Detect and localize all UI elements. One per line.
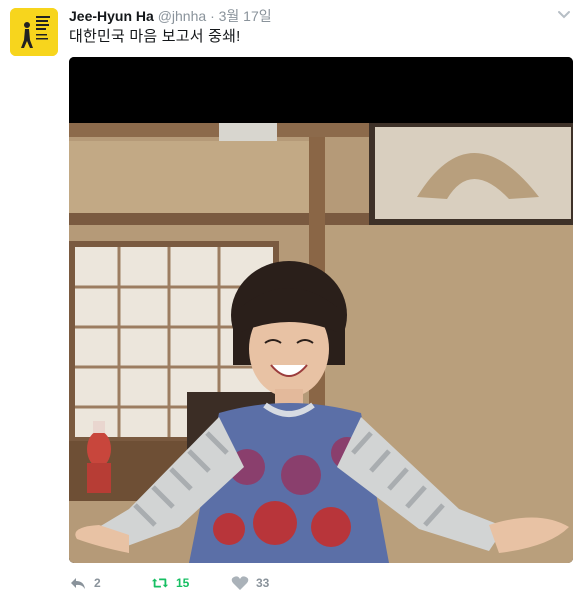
reply-count: 2 — [94, 576, 101, 590]
tweet-timestamp[interactable]: 3월 17일 — [219, 8, 272, 24]
retweet-icon — [151, 578, 169, 588]
tweet-photo[interactable] — [69, 57, 573, 563]
tweet-action-bar: 2 15 33 — [69, 575, 569, 595]
woman-smiling-photo-icon — [69, 57, 573, 563]
chevron-down-icon[interactable] — [557, 10, 571, 20]
author-handle[interactable]: @jhnha — [158, 8, 206, 24]
tweet-text: 대한민국 마음 보고서 중쇄! — [69, 28, 241, 45]
heart-icon — [231, 576, 249, 590]
reply-button[interactable]: 2 — [69, 575, 101, 591]
book-cover-avatar-icon — [10, 8, 58, 56]
retweet-button[interactable]: 15 — [151, 575, 189, 591]
avatar[interactable] — [10, 8, 58, 56]
author-name[interactable]: Jee-Hyun Ha — [69, 8, 154, 24]
tweet-header: Jee-Hyun Ha @jhnha · 3월 17일 — [69, 6, 272, 26]
like-button[interactable]: 33 — [231, 575, 269, 591]
separator-dot: · — [210, 8, 215, 24]
retweet-count: 15 — [176, 576, 190, 590]
reply-icon — [71, 578, 85, 589]
tweet: Jee-Hyun Ha @jhnha · 3월 17일 대한민국 마음 보고서 … — [0, 0, 585, 600]
like-count: 33 — [256, 576, 270, 590]
